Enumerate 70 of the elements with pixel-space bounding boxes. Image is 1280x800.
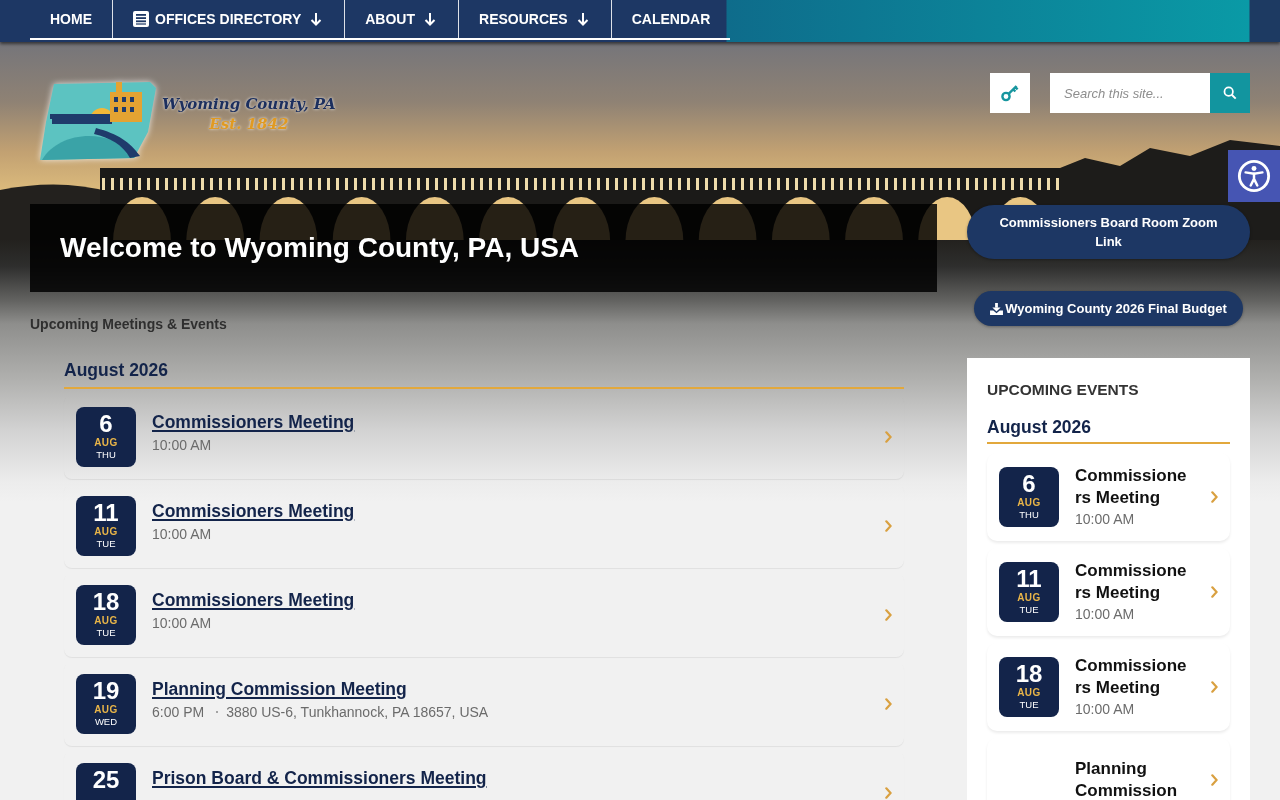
event-location: 3880 US-6, Tunkhannock, PA 18657, USA xyxy=(226,703,489,722)
event-title-link[interactable]: Commissioners Meeting xyxy=(1075,655,1190,699)
event-title-link[interactable]: Planning Commission Meeting xyxy=(152,677,407,701)
site-title: Wyoming County, PA xyxy=(162,94,336,114)
badge-month: AUG xyxy=(94,615,118,627)
event-title-link[interactable]: Commissioners Meeting xyxy=(1075,465,1190,509)
badge-weekday: TUE xyxy=(96,627,116,638)
badge-day: 11 xyxy=(93,499,119,526)
card-heading: UPCOMING EVENTS xyxy=(987,380,1139,400)
event-time: 10:00 AM xyxy=(152,525,212,544)
badge-weekday: WED xyxy=(94,716,118,727)
search-button[interactable] xyxy=(1210,73,1250,113)
nav-link[interactable]: CALENDAR xyxy=(610,0,731,38)
event-title-link[interactable]: Prison Board & Commissioners Meeting xyxy=(152,766,487,790)
chevron-right-icon xyxy=(1211,586,1218,598)
event-title-link[interactable]: Planning Commission xyxy=(1075,758,1190,800)
badge-month: AUG xyxy=(1017,687,1041,699)
badge-weekday: THU xyxy=(1019,509,1039,520)
search-field[interactable]: Search this site... xyxy=(1050,73,1210,113)
chevron-right-icon xyxy=(1211,774,1218,786)
chevron-right-icon xyxy=(885,520,892,532)
event-title-link[interactable]: Commissioners Meeting xyxy=(1075,560,1190,604)
badge-month: AUG xyxy=(94,437,118,449)
nav-link[interactable]: OFFICES DIRECTORY xyxy=(112,0,345,38)
badge-month: AUG xyxy=(1017,592,1041,604)
badge-day: 18 xyxy=(92,588,120,615)
chevron-right-icon xyxy=(1211,491,1218,503)
key-button[interactable] xyxy=(990,73,1030,113)
section-heading: Upcoming Meetings & Events xyxy=(30,316,227,333)
badge-day: 25 xyxy=(92,766,120,793)
county-logo-icon xyxy=(38,80,156,162)
chevron-right-icon xyxy=(1211,681,1218,693)
badge-month: AUG xyxy=(1017,497,1041,509)
month-heading: August 2026 xyxy=(64,359,169,381)
event-time: 10:00 AM xyxy=(152,436,212,455)
event-title-link[interactable]: Commissioners Meeting xyxy=(152,410,355,434)
badge-month: AUG xyxy=(94,526,118,538)
month-heading: August 2026 xyxy=(987,416,1092,438)
badge-day: 6 xyxy=(99,410,113,437)
search-icon xyxy=(1223,86,1237,100)
chevron-right-icon xyxy=(885,698,892,710)
badge-weekday: TUE xyxy=(96,538,116,549)
key-icon xyxy=(1000,83,1020,103)
badge-day: 11 xyxy=(1016,565,1042,592)
event-time: 10:00 AM xyxy=(152,614,212,633)
welcome-title: Welcome to Wyoming County, PA, USA xyxy=(60,231,580,265)
badge-weekday: TUE xyxy=(1019,699,1039,710)
badge-day: 18 xyxy=(1015,660,1043,687)
badge-weekday: TUE xyxy=(1019,604,1039,615)
event-title-link[interactable]: Commissioners Meeting xyxy=(152,499,355,523)
badge-month: AUG xyxy=(94,704,118,716)
nav-link[interactable]: RESOURCES xyxy=(458,0,611,38)
accessibility-button[interactable] xyxy=(1228,150,1280,202)
badge-weekday: THU xyxy=(96,449,116,460)
event-time: 6:00 PM xyxy=(152,703,205,722)
chevron-right-icon xyxy=(885,609,892,621)
accessibility-icon xyxy=(1237,159,1271,193)
link-button[interactable]: Commissioners Board Room Zoom Link xyxy=(967,205,1250,259)
chevron-right-icon xyxy=(885,431,892,443)
chevron-right-icon xyxy=(885,787,892,799)
event-time: 10:00 AM xyxy=(1075,605,1135,624)
badge-day: 6 xyxy=(1022,470,1036,497)
download-button[interactable]: Wyoming County 2026 Final Budget xyxy=(974,291,1243,326)
nav-link[interactable]: ABOUT xyxy=(344,0,458,38)
nav-link[interactable]: HOME xyxy=(30,0,112,38)
event-time: 10:00 AM xyxy=(1075,510,1135,529)
site-subtitle: Est. 1842 xyxy=(209,114,289,134)
event-title-link[interactable]: Commissioners Meeting xyxy=(152,588,355,612)
event-time: 10:00 AM xyxy=(1075,700,1135,719)
badge-day: 19 xyxy=(92,677,120,704)
